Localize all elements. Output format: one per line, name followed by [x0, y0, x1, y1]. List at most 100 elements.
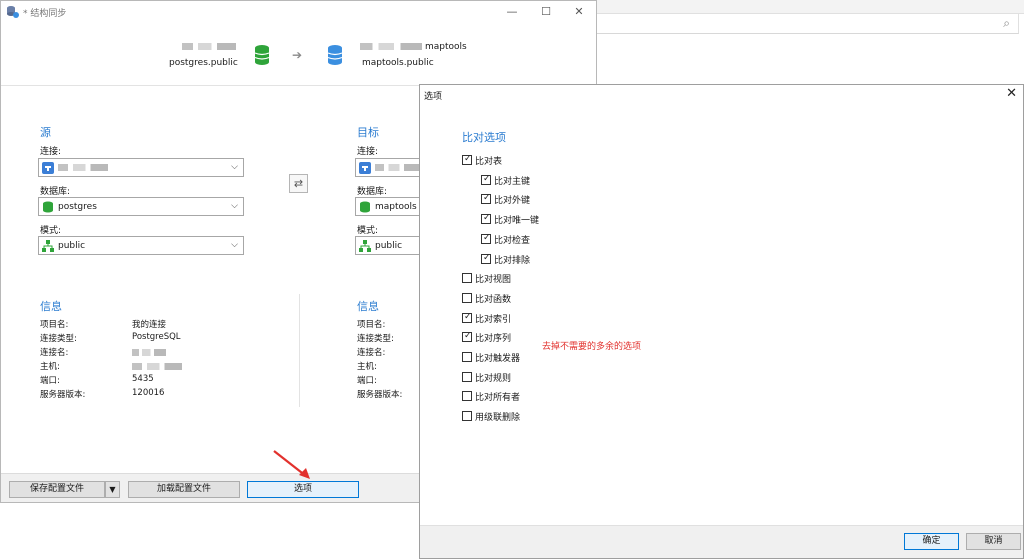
target-db-name: maptools — [425, 42, 467, 52]
info-key: 连接类型: — [357, 334, 394, 344]
option-checkbox[interactable]: ✓ 比对排除 — [481, 253, 571, 267]
info-key: 主机: — [357, 362, 377, 372]
option-checkbox[interactable]: ✓ 比对主键 — [481, 174, 571, 188]
load-profile-button[interactable]: 加载配置文件 — [128, 481, 240, 498]
info-title-right: 信息 — [357, 300, 379, 313]
option-label: 比对主键 — [494, 176, 531, 187]
annotation-note: 去掉不需要的多余的选项 — [542, 342, 642, 352]
connection-icon — [359, 162, 371, 174]
target-database-label: 数据库: — [357, 187, 388, 197]
checkmark-icon: ✓ — [464, 154, 472, 164]
window-title: * 结构同步 — [23, 9, 67, 19]
checkmark-icon: ✓ — [464, 331, 472, 342]
source-database-label: 数据库: — [40, 187, 71, 197]
checkmark-icon: ✓ — [483, 193, 491, 204]
checkmark-icon: ✓ — [464, 311, 472, 322]
info-title-left: 信息 — [40, 300, 62, 313]
info-key: 项目名: — [357, 320, 386, 330]
option-label: 比对索引 — [475, 314, 512, 325]
checkbox-box[interactable]: ✓ — [462, 154, 472, 165]
checkbox-box[interactable]: ✓ — [481, 193, 491, 205]
option-checkbox[interactable]: ✓ 比对检查 — [481, 233, 571, 247]
source-schema-select[interactable]: public ⌵ — [38, 236, 244, 255]
source-database-select[interactable]: postgres ⌵ — [38, 197, 244, 216]
chevron-down-icon: ⌵ — [231, 201, 238, 211]
sync-header: postgres.public ➔ maptools maptools.publ… — [1, 23, 596, 86]
annotation-arrow — [273, 450, 310, 479]
maximize-button[interactable]: ☐ — [531, 3, 561, 21]
checkbox-box[interactable] — [462, 391, 472, 402]
source-database-value: postgres — [58, 202, 97, 212]
database-icon — [43, 201, 53, 213]
options-button[interactable]: 选项 — [247, 481, 359, 498]
checkbox-box[interactable] — [462, 292, 472, 303]
background-search-bar[interactable] — [597, 14, 1019, 34]
option-label: 比对排除 — [494, 255, 531, 266]
option-label: 比对所有者 — [475, 393, 521, 404]
dialog-title: 选项 — [424, 92, 443, 102]
option-label: 比对序列 — [475, 334, 512, 345]
option-checkbox[interactable]: ✓ 比对序列 — [462, 331, 552, 345]
dialog-close-button[interactable]: ✕ — [1006, 86, 1017, 101]
info-key: 项目名: — [40, 320, 69, 330]
checkbox-box[interactable]: ✓ — [481, 233, 491, 244]
source-connection-select[interactable]: ⌵ — [38, 158, 244, 177]
option-label: 比对触发器 — [475, 354, 521, 364]
option-checkbox[interactable]: ✓ 比对唯一键 — [481, 213, 571, 227]
option-checkbox[interactable]: ✓ 比对外键 — [481, 193, 571, 207]
option-checkbox[interactable]: 比对函数 — [462, 292, 552, 306]
option-checkbox[interactable]: 用级联删除 — [462, 410, 552, 424]
save-profile-dropdown[interactable]: ▼ — [105, 481, 120, 498]
target-schema-label: 模式: — [357, 226, 379, 236]
dialog-footer: 确定 取消 — [420, 525, 1023, 558]
checkbox-box[interactable]: ✓ — [462, 311, 472, 323]
info-key: 端口: — [357, 376, 377, 386]
option-checkbox[interactable]: ✓ 比对索引 — [462, 312, 552, 326]
option-label: 比对函数 — [475, 294, 512, 305]
source-connection-label: 连接: — [40, 147, 62, 157]
schema-icon — [359, 240, 371, 252]
target-connection-name-redacted — [360, 43, 422, 50]
search-icon[interactable]: ⌕ — [1003, 16, 1010, 31]
checkbox-box[interactable] — [462, 371, 472, 382]
target-schema-value: public — [375, 241, 403, 251]
close-button[interactable]: ✕ — [564, 3, 594, 21]
info-key: 服务器版本: — [357, 390, 403, 400]
source-connection-name-redacted — [182, 43, 236, 50]
connection-icon — [42, 162, 54, 174]
source-schema-value: public — [58, 241, 86, 251]
info-key: 主机: — [40, 362, 60, 372]
redacted-value — [132, 363, 182, 370]
swap-button[interactable]: ⇄ — [289, 174, 308, 193]
target-database-value: maptools — [375, 202, 417, 212]
checkbox-box[interactable]: ✓ — [481, 213, 491, 225]
checkbox-box[interactable]: ✓ — [481, 174, 491, 185]
info-key: 连接名: — [357, 348, 386, 358]
app-icon — [7, 6, 19, 18]
checkbox-box[interactable] — [462, 411, 472, 422]
option-label: 比对表 — [475, 157, 503, 167]
save-profile-button[interactable]: 保存配置文件 — [9, 481, 105, 498]
checkmark-icon: ✓ — [483, 252, 491, 263]
checkbox-box[interactable] — [462, 273, 472, 284]
source-database-icon — [254, 45, 270, 65]
checkbox-box[interactable] — [462, 352, 472, 362]
option-checkbox[interactable]: 比对视图 — [462, 272, 552, 286]
info-value: 我的连接 — [132, 320, 167, 330]
cancel-button[interactable]: 取消 — [966, 533, 1021, 550]
info-key: 端口: — [40, 376, 60, 386]
target-connection-label: 连接: — [357, 147, 379, 157]
option-label: 用级联删除 — [475, 413, 521, 424]
schema-icon — [42, 240, 54, 252]
option-checkbox[interactable]: 比对触发器 — [462, 351, 552, 365]
option-checkbox[interactable]: 比对所有者 — [462, 390, 552, 404]
minimize-button[interactable]: — — [497, 3, 527, 21]
checkbox-box[interactable]: ✓ — [481, 252, 491, 264]
ok-button[interactable]: 确定 — [904, 533, 959, 550]
checkbox-box[interactable]: ✓ — [462, 331, 472, 343]
option-checkbox[interactable]: 比对规则 — [462, 371, 552, 385]
checkmark-icon: ✓ — [483, 213, 491, 224]
source-connection-redacted — [58, 164, 108, 171]
target-database-icon — [327, 45, 343, 65]
option-checkbox[interactable]: ✓ 比对表 — [462, 154, 552, 168]
